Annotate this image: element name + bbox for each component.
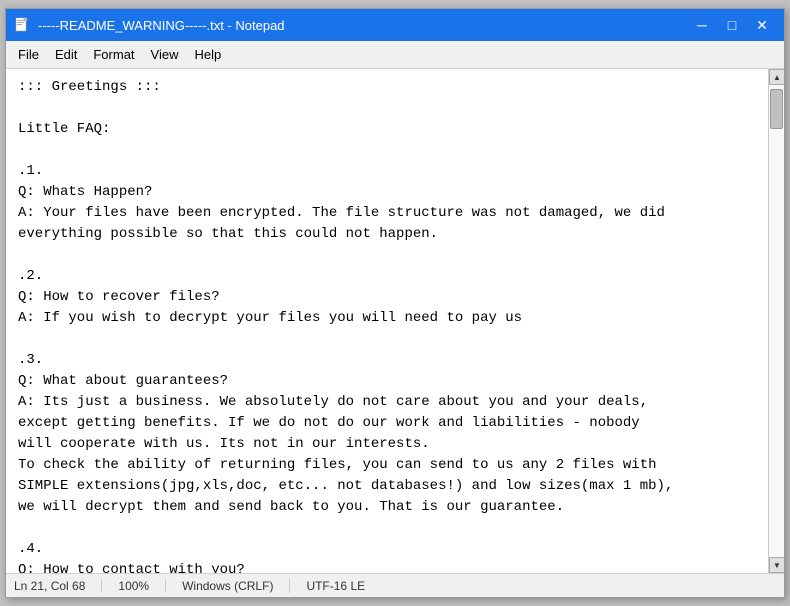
- scroll-up-button[interactable]: ▲: [769, 69, 784, 85]
- menu-help[interactable]: Help: [186, 43, 229, 66]
- window-controls: ─ □ ✕: [688, 13, 776, 37]
- main-window: -----README_WARNING-----.txt - Notepad ─…: [5, 8, 785, 598]
- scroll-down-button[interactable]: ▼: [769, 557, 784, 573]
- scroll-track[interactable]: [769, 85, 784, 557]
- text-editor[interactable]: ::: Greetings ::: Little FAQ: .1. Q: Wha…: [6, 69, 768, 573]
- menu-format[interactable]: Format: [85, 43, 142, 66]
- line-ending: Windows (CRLF): [166, 579, 290, 593]
- window-title: -----README_WARNING-----.txt - Notepad: [38, 18, 688, 33]
- maximize-button[interactable]: □: [718, 13, 746, 37]
- title-bar: -----README_WARNING-----.txt - Notepad ─…: [6, 9, 784, 41]
- status-bar: Ln 21, Col 68 100% Windows (CRLF) UTF-16…: [6, 573, 784, 597]
- vertical-scrollbar[interactable]: ▲ ▼: [768, 69, 784, 573]
- cursor-position: Ln 21, Col 68: [14, 579, 102, 593]
- minimize-button[interactable]: ─: [688, 13, 716, 37]
- zoom-level: 100%: [102, 579, 166, 593]
- menu-view[interactable]: View: [143, 43, 187, 66]
- app-icon: [14, 17, 30, 33]
- menu-bar: File Edit Format View Help: [6, 41, 784, 69]
- close-button[interactable]: ✕: [748, 13, 776, 37]
- menu-file[interactable]: File: [10, 43, 47, 66]
- encoding: UTF-16 LE: [290, 579, 381, 593]
- content-area: ::: Greetings ::: Little FAQ: .1. Q: Wha…: [6, 69, 784, 573]
- menu-edit[interactable]: Edit: [47, 43, 85, 66]
- scroll-thumb[interactable]: [770, 89, 783, 129]
